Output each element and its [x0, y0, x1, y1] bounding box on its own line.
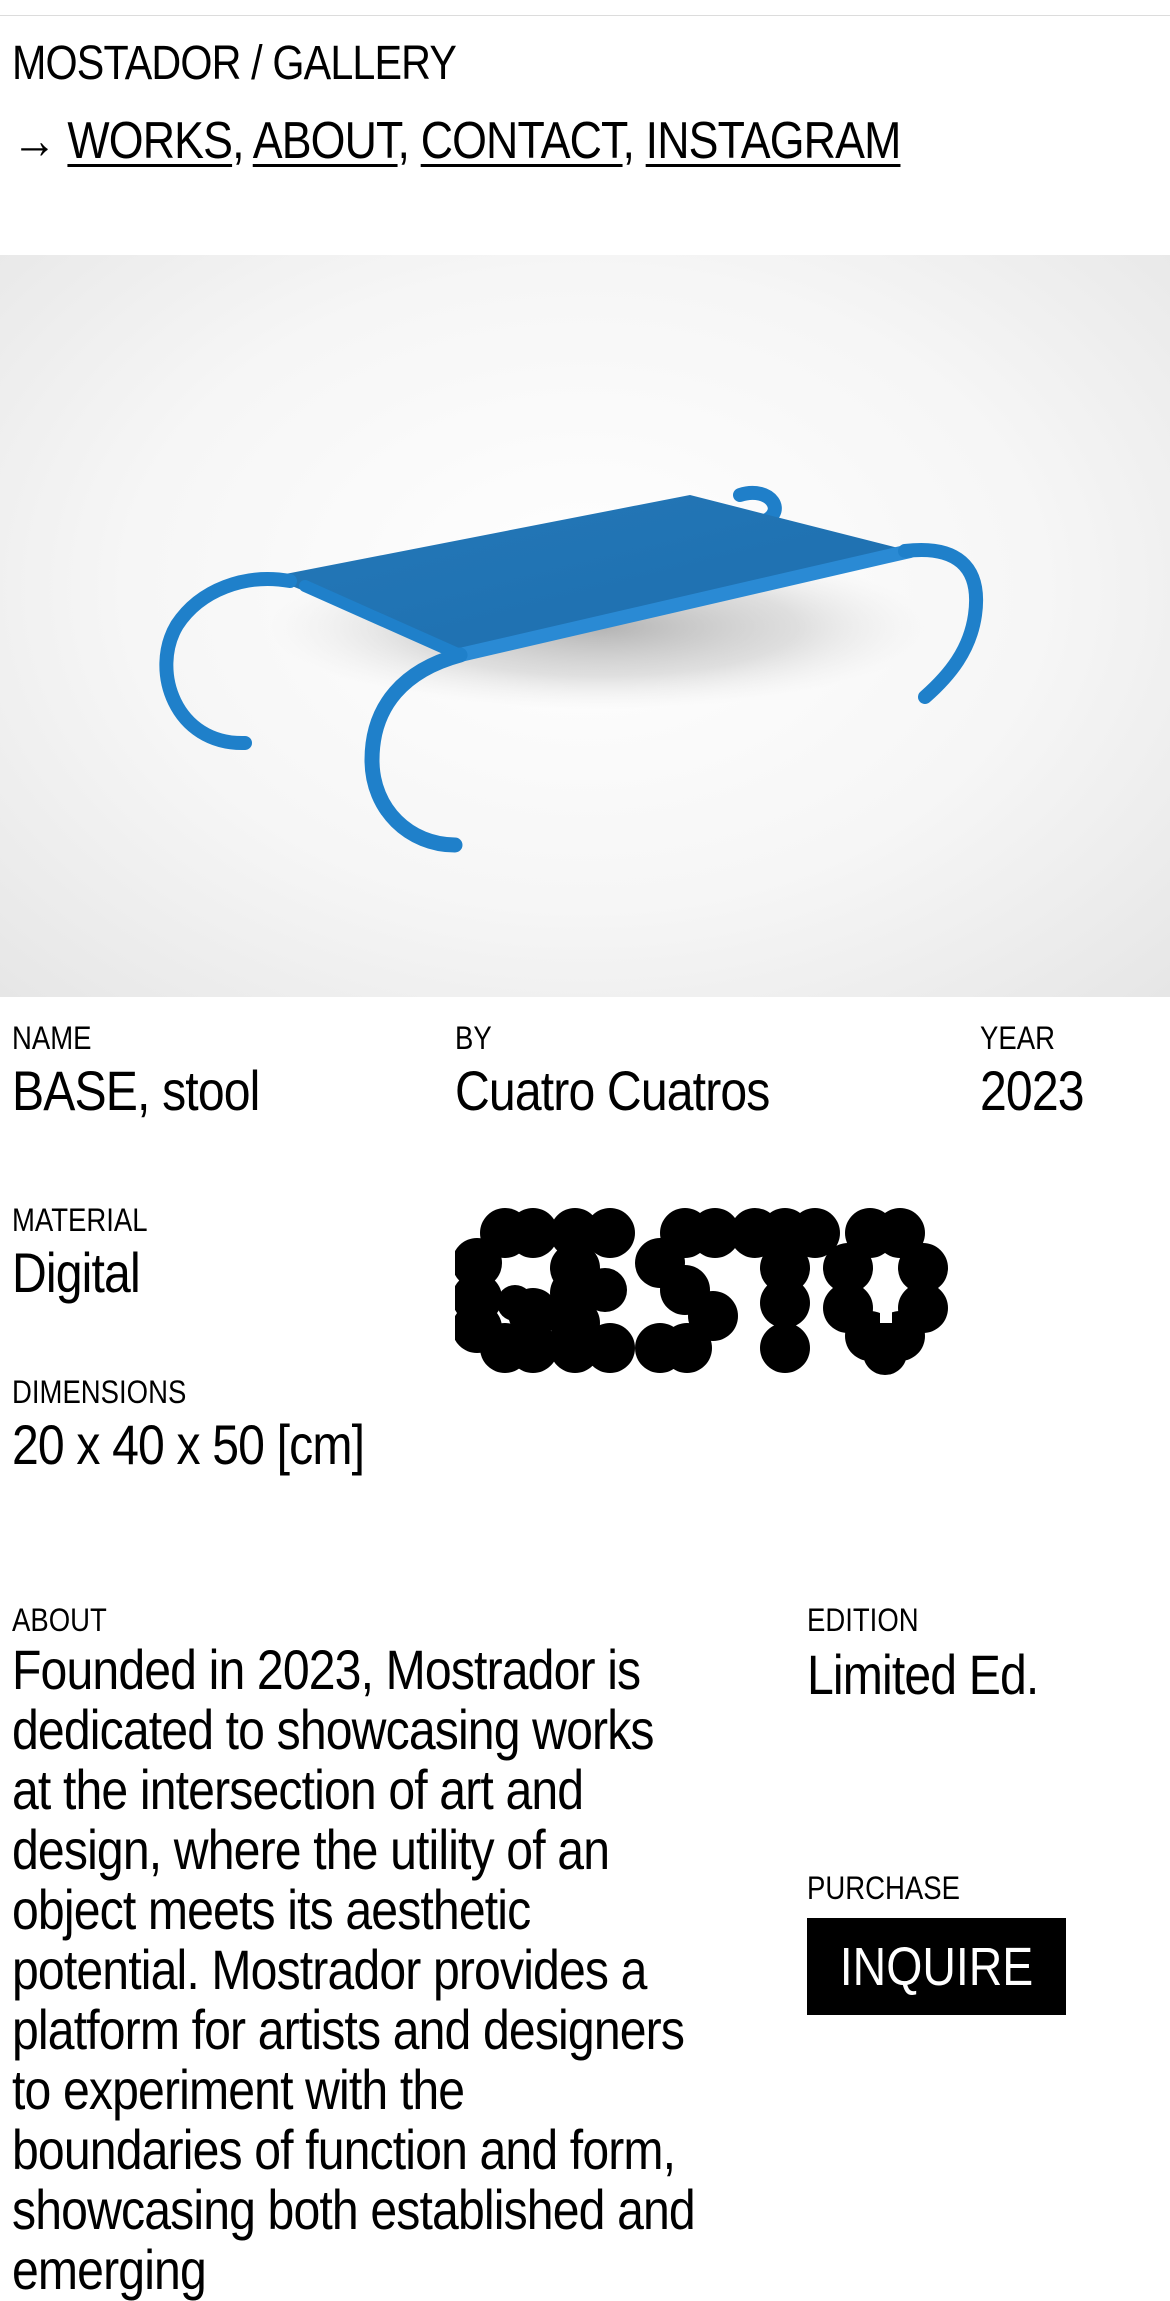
arrow-icon: →	[12, 112, 57, 170]
product-image	[0, 255, 1170, 997]
top-divider	[0, 15, 1170, 16]
about-text: Founded in 2023, Mostrador is dedicated …	[12, 1638, 696, 2301]
blue-stool-illustration	[159, 486, 984, 853]
dimensions-value: 20 x 40 x 50 [cm]	[12, 1413, 365, 1476]
nav-separator: ,	[622, 112, 635, 170]
name-value: BASE, stool	[12, 1059, 260, 1122]
main-nav: → WORKS, ABOUT, CONTACT, INSTAGRAM	[12, 108, 902, 174]
purchase-label: PURCHASE	[807, 1870, 960, 1906]
dimensions-label: DIMENSIONS	[12, 1374, 187, 1410]
year-label: YEAR	[980, 1020, 1055, 1056]
material-value: Digital	[12, 1241, 141, 1304]
nav-contact-link[interactable]: CONTACT	[421, 112, 624, 170]
inquire-button-label: INQUIRE	[839, 1936, 1034, 1997]
gesto-logo-graphic	[452, 1208, 948, 1375]
nav-works-link[interactable]: WORKS	[67, 112, 233, 170]
site-title: MOSTADOR / GALLERY	[12, 37, 457, 90]
nav-about-link[interactable]: ABOUT	[253, 112, 399, 170]
inquire-button[interactable]: INQUIRE	[807, 1918, 1066, 2015]
nav-separator: ,	[232, 112, 244, 170]
about-label: ABOUT	[12, 1602, 107, 1638]
nav-instagram-link[interactable]: INSTAGRAM	[646, 112, 902, 170]
name-label: NAME	[12, 1020, 92, 1056]
nav-separator: ,	[397, 112, 410, 170]
by-value: Cuatro Cuatros	[455, 1059, 770, 1122]
edition-value: Limited Ed.	[807, 1643, 1039, 1706]
material-label: MATERIAL	[12, 1202, 148, 1238]
by-label: BY	[455, 1020, 492, 1056]
gesto-logo	[452, 1208, 995, 1383]
year-value: 2023	[980, 1059, 1085, 1122]
edition-label: EDITION	[807, 1602, 919, 1638]
